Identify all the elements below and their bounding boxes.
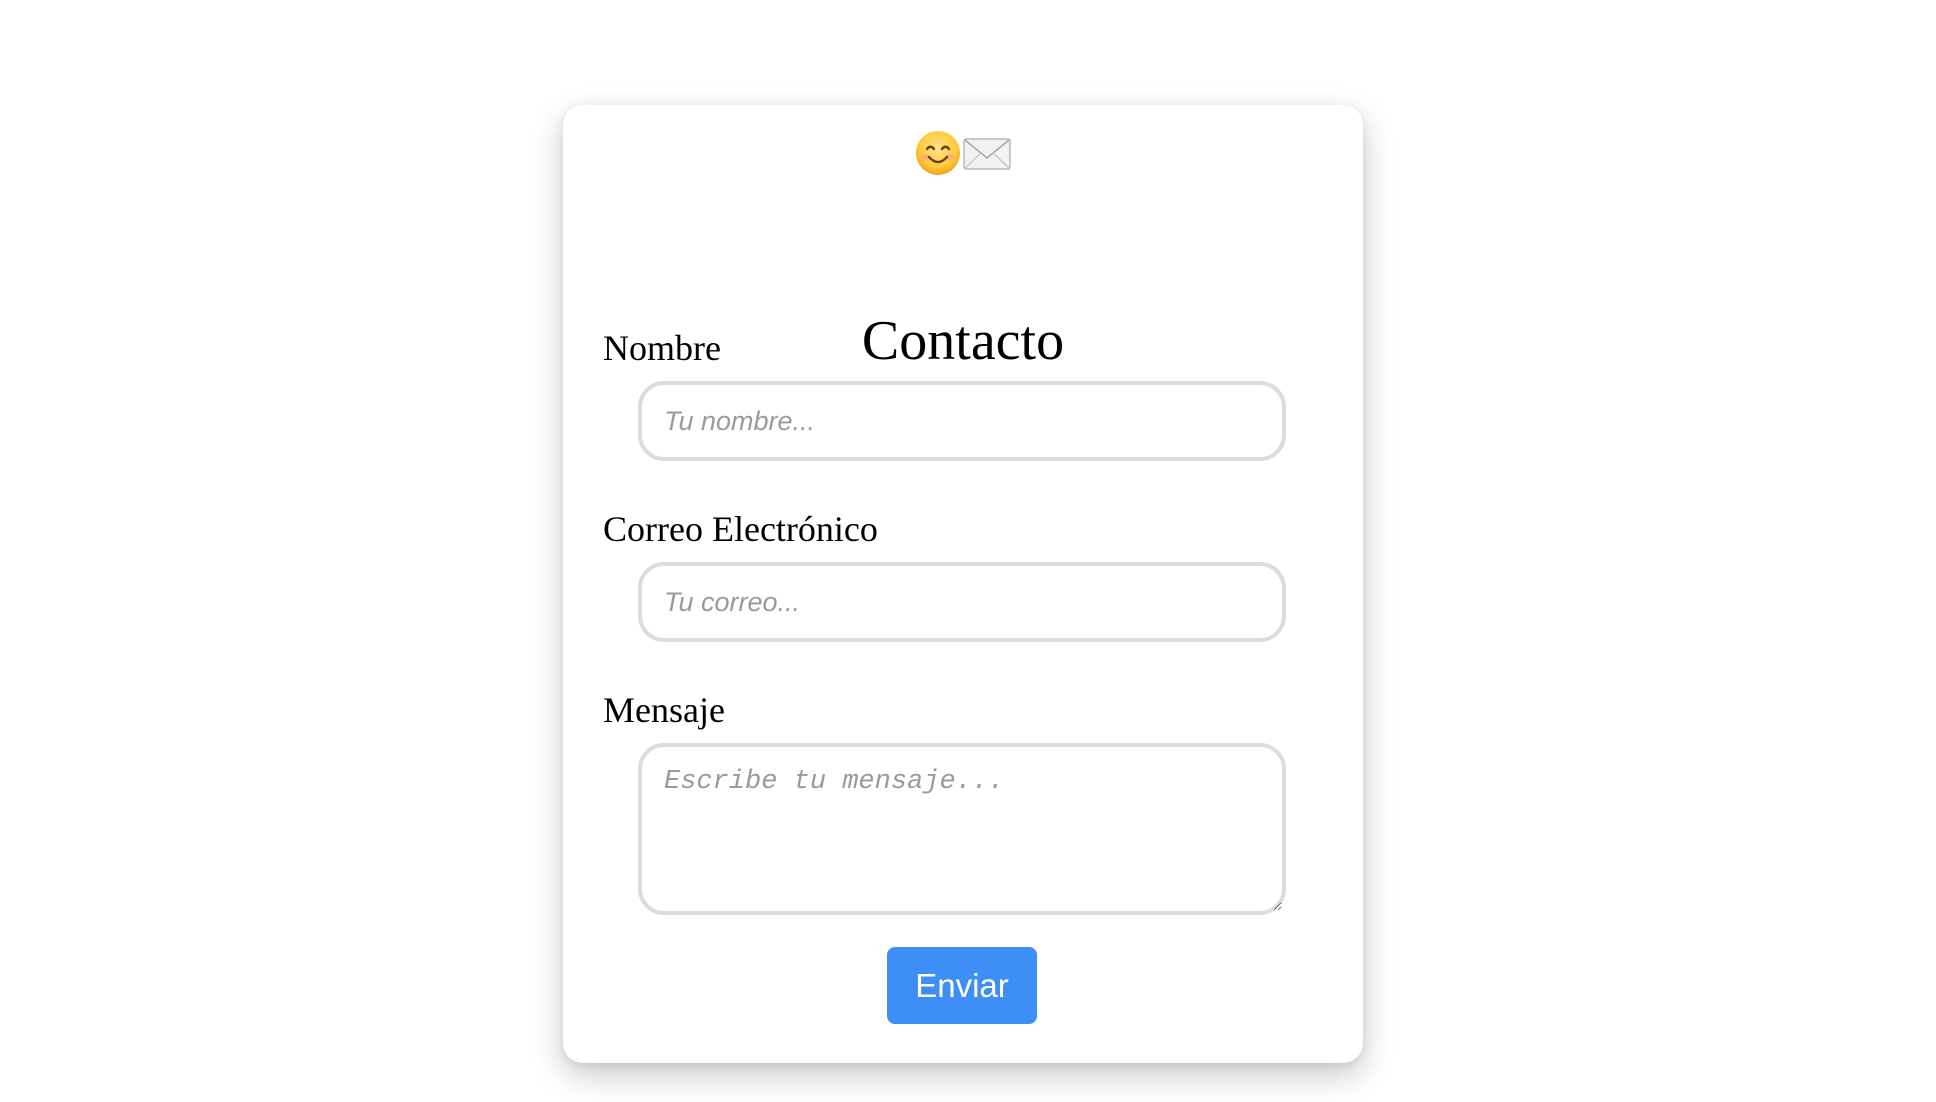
name-label: Nombre	[603, 328, 721, 368]
name-input[interactable]	[638, 381, 1286, 461]
smiling-face-icon	[914, 129, 962, 182]
message-label: Mensaje	[603, 690, 725, 730]
contact-card: Contacto Nombre Correo Electrónico Mensa…	[563, 105, 1363, 1063]
envelope-icon	[962, 129, 1012, 182]
message-textarea[interactable]	[638, 743, 1286, 915]
header-icons	[563, 129, 1363, 189]
send-button[interactable]: Enviar	[887, 947, 1037, 1024]
email-input[interactable]	[638, 562, 1286, 642]
email-label: Correo Electrónico	[603, 509, 878, 549]
